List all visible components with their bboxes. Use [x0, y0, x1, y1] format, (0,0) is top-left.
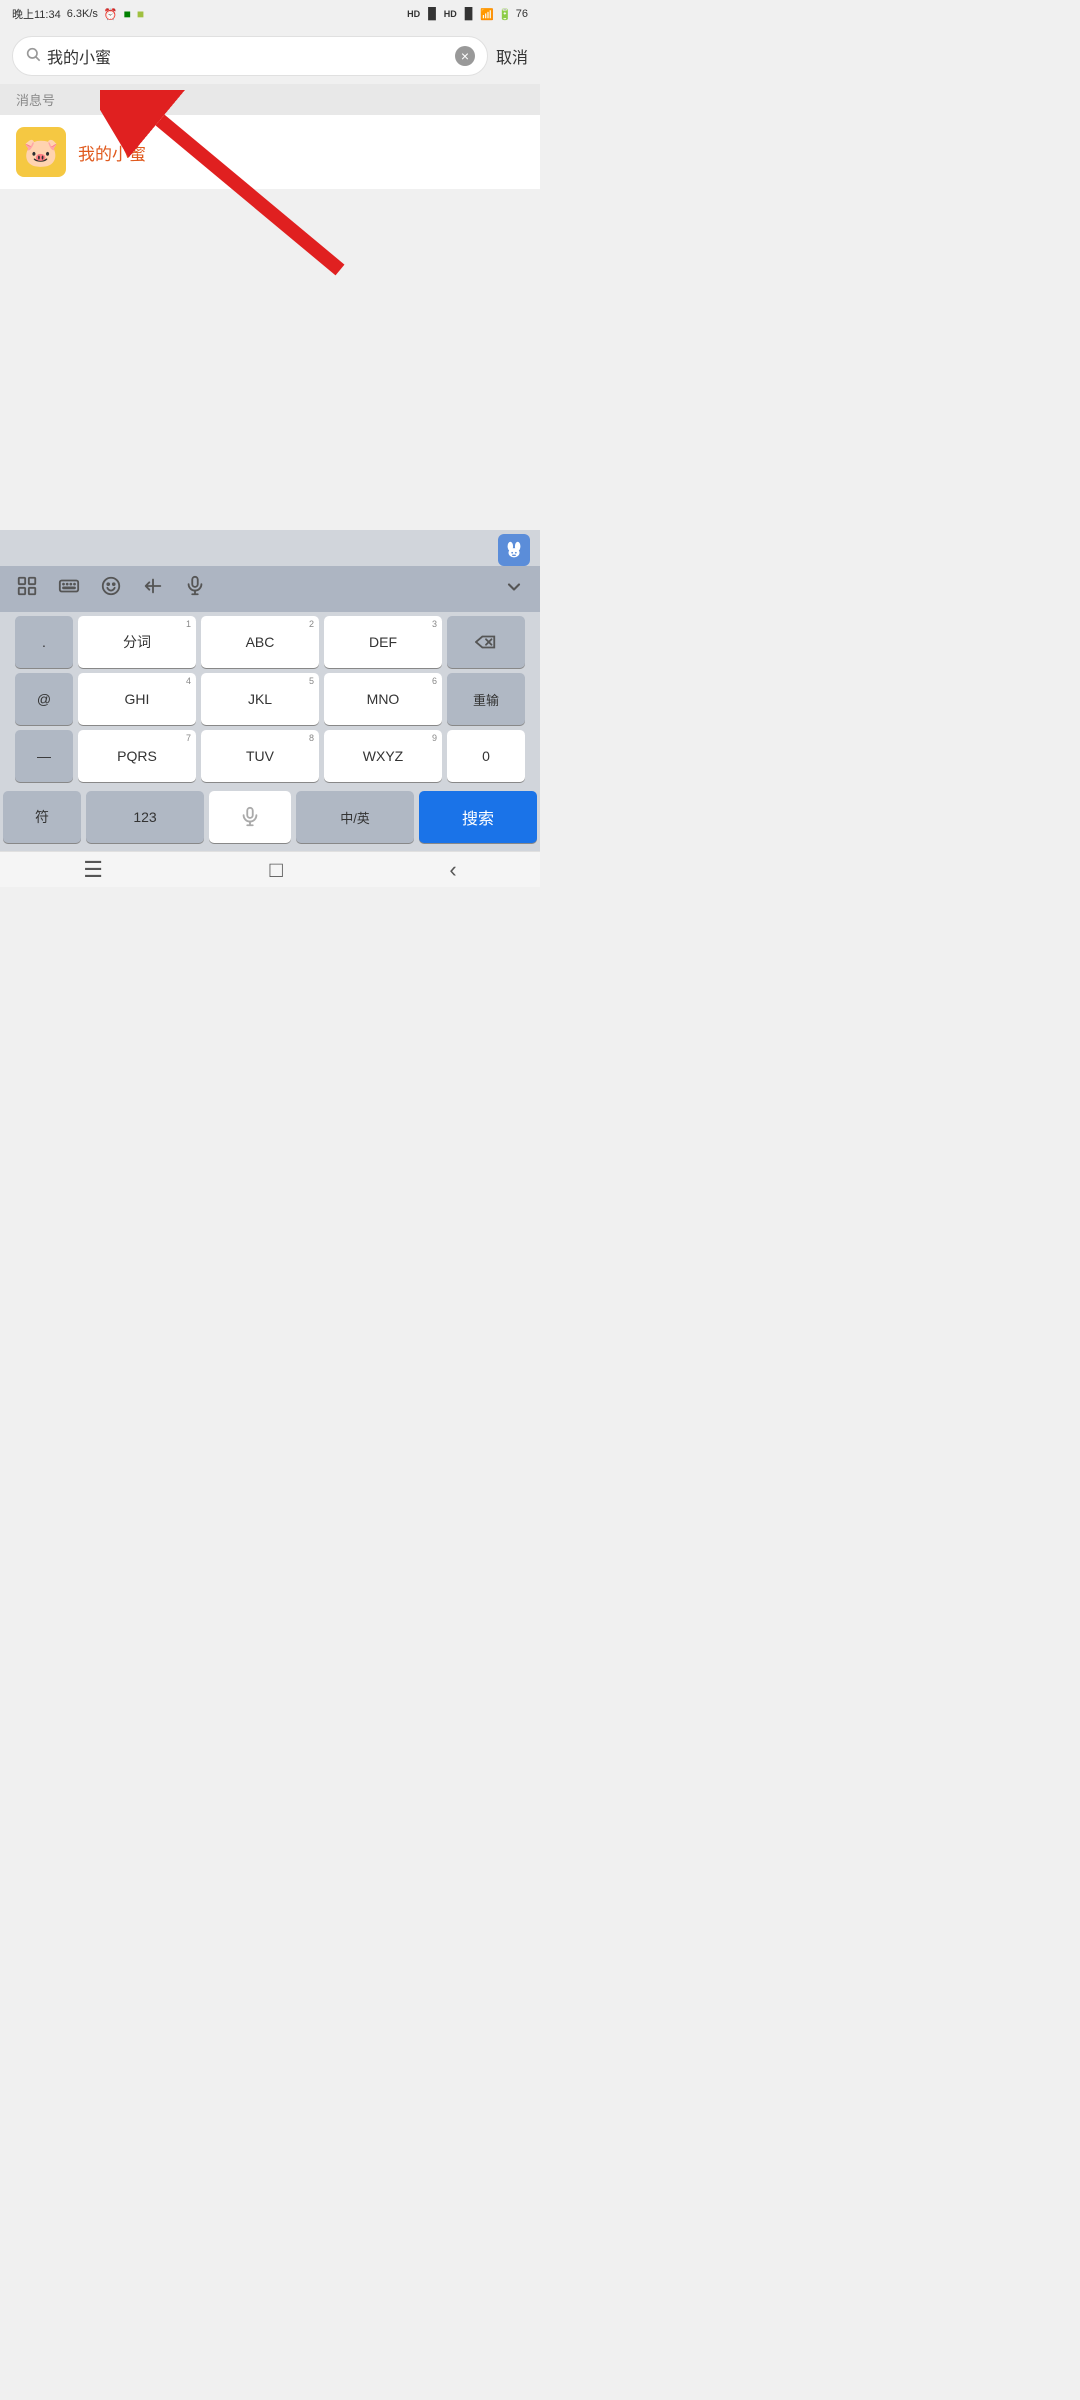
key-pqrs[interactable]: 7 PQRS [78, 730, 196, 782]
app-icon-1: ■ [124, 7, 131, 21]
key-ghi[interactable]: 4 GHI [78, 673, 196, 725]
status-right: HD ▐▌ HD ▐▌ 📶 🔋 76 [407, 8, 528, 21]
key-search[interactable]: 搜索 [419, 791, 537, 843]
app-icon-2: ■ [137, 7, 144, 21]
key-at[interactable]: @ [15, 673, 73, 725]
keyboard: . 1 分词 2 ABC 3 DEF @ [0, 530, 540, 851]
status-speed: 6.3K/s [67, 8, 98, 20]
keyboard-theme-icon[interactable] [498, 534, 530, 566]
grid-icon[interactable] [16, 575, 38, 603]
search-input[interactable] [47, 47, 449, 65]
keyboard-rows: . 1 分词 2 ABC 3 DEF @ [0, 612, 540, 791]
status-time: 晚上11:34 [12, 6, 61, 22]
search-icon [25, 46, 41, 67]
keyboard-icon[interactable] [58, 575, 80, 603]
toolbar-left [16, 575, 206, 603]
key-123[interactable]: 123 [86, 791, 204, 843]
section-header: 消息号 [0, 84, 540, 115]
nav-menu-icon[interactable]: ☰ [83, 857, 103, 883]
key-fenci[interactable]: 1 分词 [78, 616, 196, 668]
key-space[interactable] [209, 791, 291, 843]
cancel-button[interactable]: 取消 [496, 44, 528, 68]
hd-label-1: HD [407, 9, 420, 19]
mic-icon[interactable] [184, 575, 206, 603]
signal-bars-1: ▐▌ [424, 8, 440, 20]
keyboard-row-3: — 7 PQRS 8 TUV 9 WXYZ 0 [3, 730, 537, 782]
status-bar: 晚上11:34 6.3K/s ⏰ ■ ■ HD ▐▌ HD ▐▌ 📶 🔋 76 [0, 0, 540, 28]
key-wxyz[interactable]: 9 WXYZ [324, 730, 442, 782]
content-area [0, 190, 540, 530]
avatar: 🐷 [16, 127, 66, 177]
key-jkl[interactable]: 5 JKL [201, 673, 319, 725]
list-item[interactable]: 🐷 我的小蜜 [0, 115, 540, 190]
keyboard-row-1: . 1 分词 2 ABC 3 DEF [3, 616, 537, 668]
key-dot[interactable]: . [15, 616, 73, 668]
nav-back-icon[interactable]: ‹ [449, 857, 456, 883]
key-zero[interactable]: 0 [447, 730, 525, 782]
key-zh-en[interactable]: 中/英 [296, 791, 414, 843]
status-left: 晚上11:34 6.3K/s ⏰ ■ ■ [12, 6, 144, 22]
wifi-icon: 📶 [480, 8, 494, 21]
section-label: 消息号 [16, 93, 55, 108]
result-list: 🐷 我的小蜜 [0, 115, 540, 190]
keyboard-row-2: @ 4 GHI 5 JKL 6 MNO 重输 [3, 673, 537, 725]
nav-home-icon[interactable]: □ [270, 857, 283, 883]
clear-button[interactable] [455, 46, 475, 66]
alarm-icon: ⏰ [104, 8, 118, 21]
key-tuv[interactable]: 8 TUV [201, 730, 319, 782]
keyboard-bottom-row: 符 123 中/英 搜索 [0, 791, 540, 851]
cursor-icon[interactable] [142, 575, 164, 603]
battery-level: 76 [516, 8, 528, 20]
keyboard-toolbar [0, 566, 540, 612]
key-reenter[interactable]: 重输 [447, 673, 525, 725]
key-delete[interactable] [447, 616, 525, 668]
emoji-icon[interactable] [100, 575, 122, 603]
battery-icon: 🔋 [498, 8, 512, 21]
hd-label-2: HD [444, 9, 457, 19]
key-dash[interactable]: — [15, 730, 73, 782]
key-def[interactable]: 3 DEF [324, 616, 442, 668]
key-mno[interactable]: 6 MNO [324, 673, 442, 725]
contact-name: 我的小蜜 [78, 140, 146, 165]
search-bar: 取消 [0, 28, 540, 84]
key-abc[interactable]: 2 ABC [201, 616, 319, 668]
chevron-down-icon[interactable] [504, 577, 524, 602]
search-input-wrap[interactable] [12, 36, 488, 76]
signal-bars-2: ▐▌ [461, 8, 477, 20]
key-fu[interactable]: 符 [3, 791, 81, 843]
nav-bar: ☰ □ ‹ [0, 851, 540, 887]
